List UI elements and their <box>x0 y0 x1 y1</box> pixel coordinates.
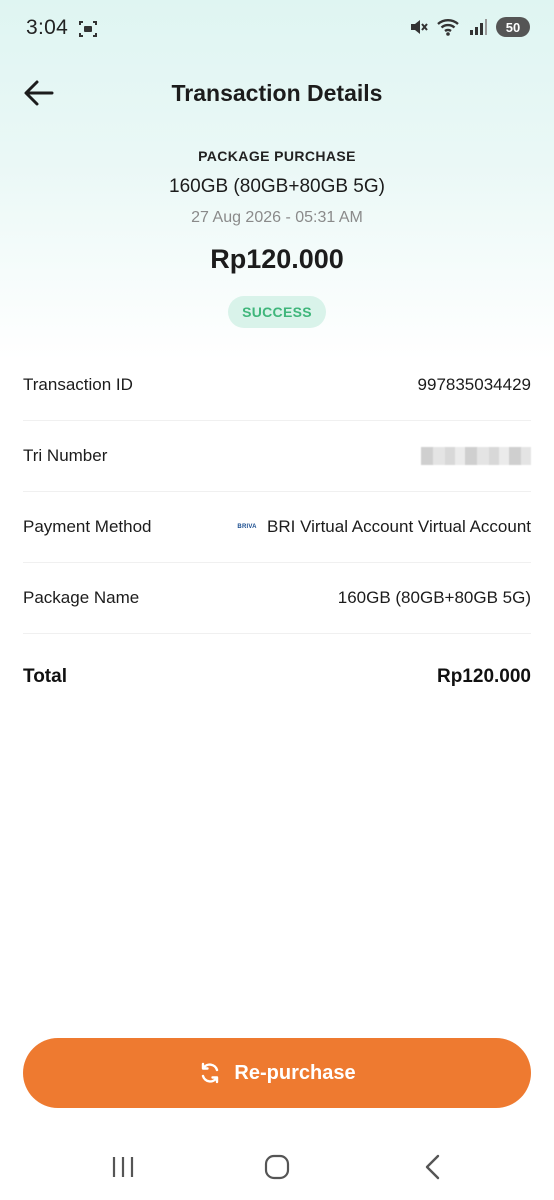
detail-row-payment-method: Payment Method BRIVA BRI Virtual Account… <box>23 492 531 563</box>
detail-label: Payment Method <box>23 517 152 536</box>
page-header: Transaction Details <box>0 72 554 116</box>
signal-icon <box>470 19 487 35</box>
package-title: 160GB (80GB+80GB 5G) <box>169 176 385 197</box>
detail-label: Package Name <box>23 588 140 607</box>
transaction-details-list: Transaction ID 997835034429 Tri Number P… <box>23 350 531 720</box>
payment-method-value: BRIVA BRI Virtual Account Virtual Accoun… <box>235 517 531 537</box>
detail-row-tri-number: Tri Number <box>23 421 531 492</box>
refresh-icon <box>202 1062 219 1084</box>
battery-indicator: 50 <box>496 17 530 37</box>
status-bar: 3:04 50 <box>0 0 554 58</box>
recent-apps-button[interactable] <box>110 1154 136 1180</box>
system-back-button[interactable] <box>422 1153 444 1181</box>
wifi-icon <box>437 19 459 36</box>
total-label: Total <box>23 666 67 687</box>
transaction-summary: PACKAGE PURCHASE 160GB (80GB+80GB 5G) 27… <box>0 140 554 328</box>
status-icons: 50 <box>408 17 530 37</box>
transaction-date: 27 Aug 2026 - 05:31 AM <box>191 209 363 226</box>
home-button[interactable] <box>264 1154 290 1180</box>
page-title: Transaction Details <box>171 80 383 106</box>
package-name-value: 160GB (80GB+80GB 5G) <box>337 588 531 607</box>
system-navigation-bar <box>0 1140 554 1200</box>
status-time: 3:04 <box>26 16 69 39</box>
repurchase-label: Re-purchase <box>234 1061 356 1084</box>
transaction-id-value: 997835034429 <box>417 375 531 394</box>
total-row: Total Rp120.000 <box>23 634 531 720</box>
detail-row-package-name: Package Name 160GB (80GB+80GB 5G) <box>23 563 531 634</box>
payment-method-text: BRI Virtual Account Virtual Account <box>267 517 531 536</box>
total-value: Rp120.000 <box>436 666 531 687</box>
mute-icon <box>411 20 428 34</box>
screenshot-icon <box>79 21 97 37</box>
transaction-type: PACKAGE PURCHASE <box>198 148 356 164</box>
detail-row-transaction-id: Transaction ID 997835034429 <box>23 350 531 421</box>
briva-logo: BRIVA <box>237 524 257 530</box>
status-badge: SUCCESS <box>228 296 326 328</box>
tri-number-value <box>421 447 531 465</box>
detail-label: Transaction ID <box>23 375 133 394</box>
transaction-amount: Rp120.000 <box>210 244 344 274</box>
repurchase-button[interactable]: Re-purchase <box>23 1038 531 1108</box>
redacted-number <box>421 447 531 465</box>
detail-label: Tri Number <box>23 446 108 465</box>
